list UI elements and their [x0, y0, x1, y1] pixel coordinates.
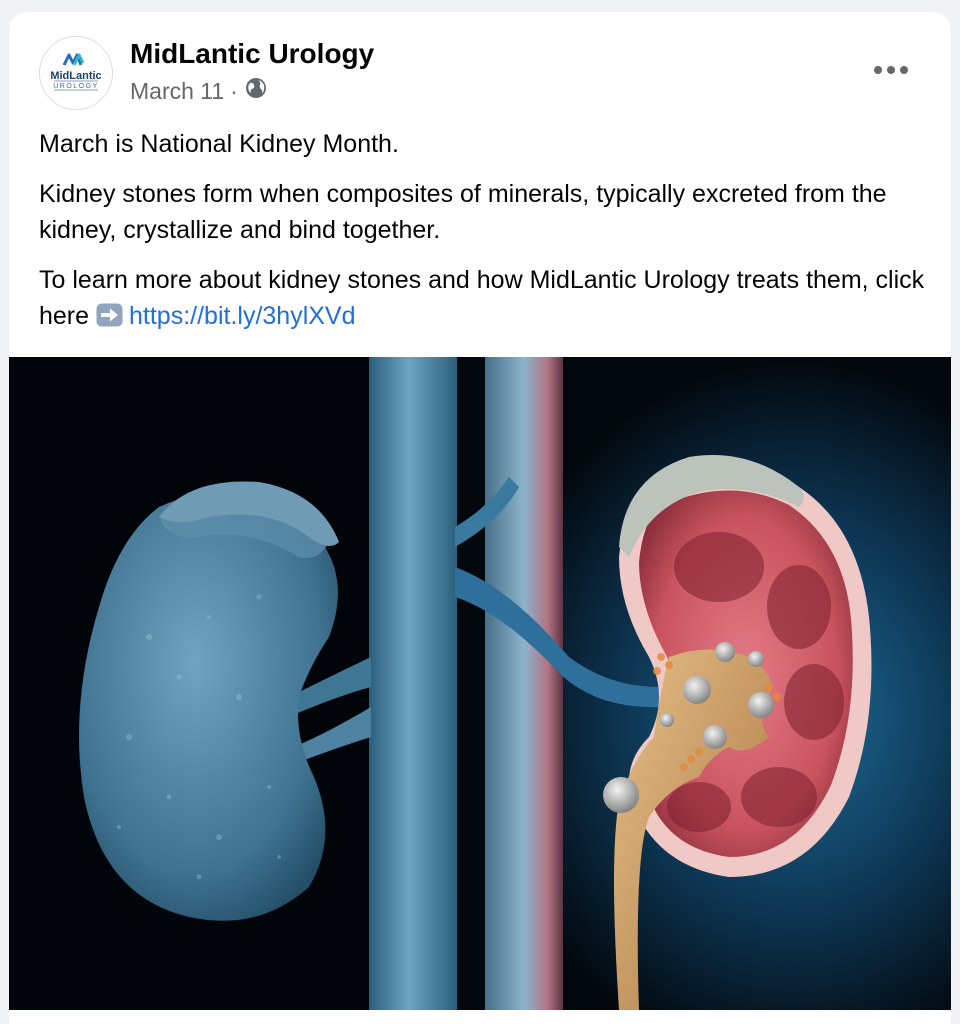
post-paragraph-2: Kidney stones form when composites of mi…: [39, 180, 887, 244]
post-date[interactable]: March 11: [130, 78, 224, 105]
post-image[interactable]: [9, 357, 951, 1010]
post-paragraph-1: March is National Kidney Month.: [39, 130, 399, 158]
midlantic-logo: MidLantic UROLOGY: [50, 53, 102, 91]
page-name-link[interactable]: MidLantic Urology: [130, 38, 374, 70]
post-meta: March 11 ·: [130, 76, 268, 106]
post-card: MidLantic UROLOGY MidLantic Urology Marc…: [9, 12, 951, 1024]
logo-subname: UROLOGY: [53, 83, 99, 90]
meta-separator: ·: [230, 77, 238, 104]
ellipsis-icon: [874, 66, 908, 74]
right-arrow-emoji-icon: [96, 303, 123, 327]
kidney-stones-illustration: [9, 357, 951, 1010]
page-avatar[interactable]: MidLantic UROLOGY: [39, 36, 113, 110]
post-header: MidLantic UROLOGY MidLantic Urology Marc…: [9, 12, 951, 122]
more-options-button[interactable]: [869, 56, 913, 84]
post-link[interactable]: https://bit.ly/3hylXVd: [129, 302, 356, 330]
post-paragraph-3: To learn more about kidney stones and ho…: [39, 262, 939, 334]
globe-icon[interactable]: [244, 76, 268, 106]
post-text: March is National Kidney Month. Kidney s…: [39, 126, 939, 348]
logo-name: MidLantic: [50, 70, 101, 82]
